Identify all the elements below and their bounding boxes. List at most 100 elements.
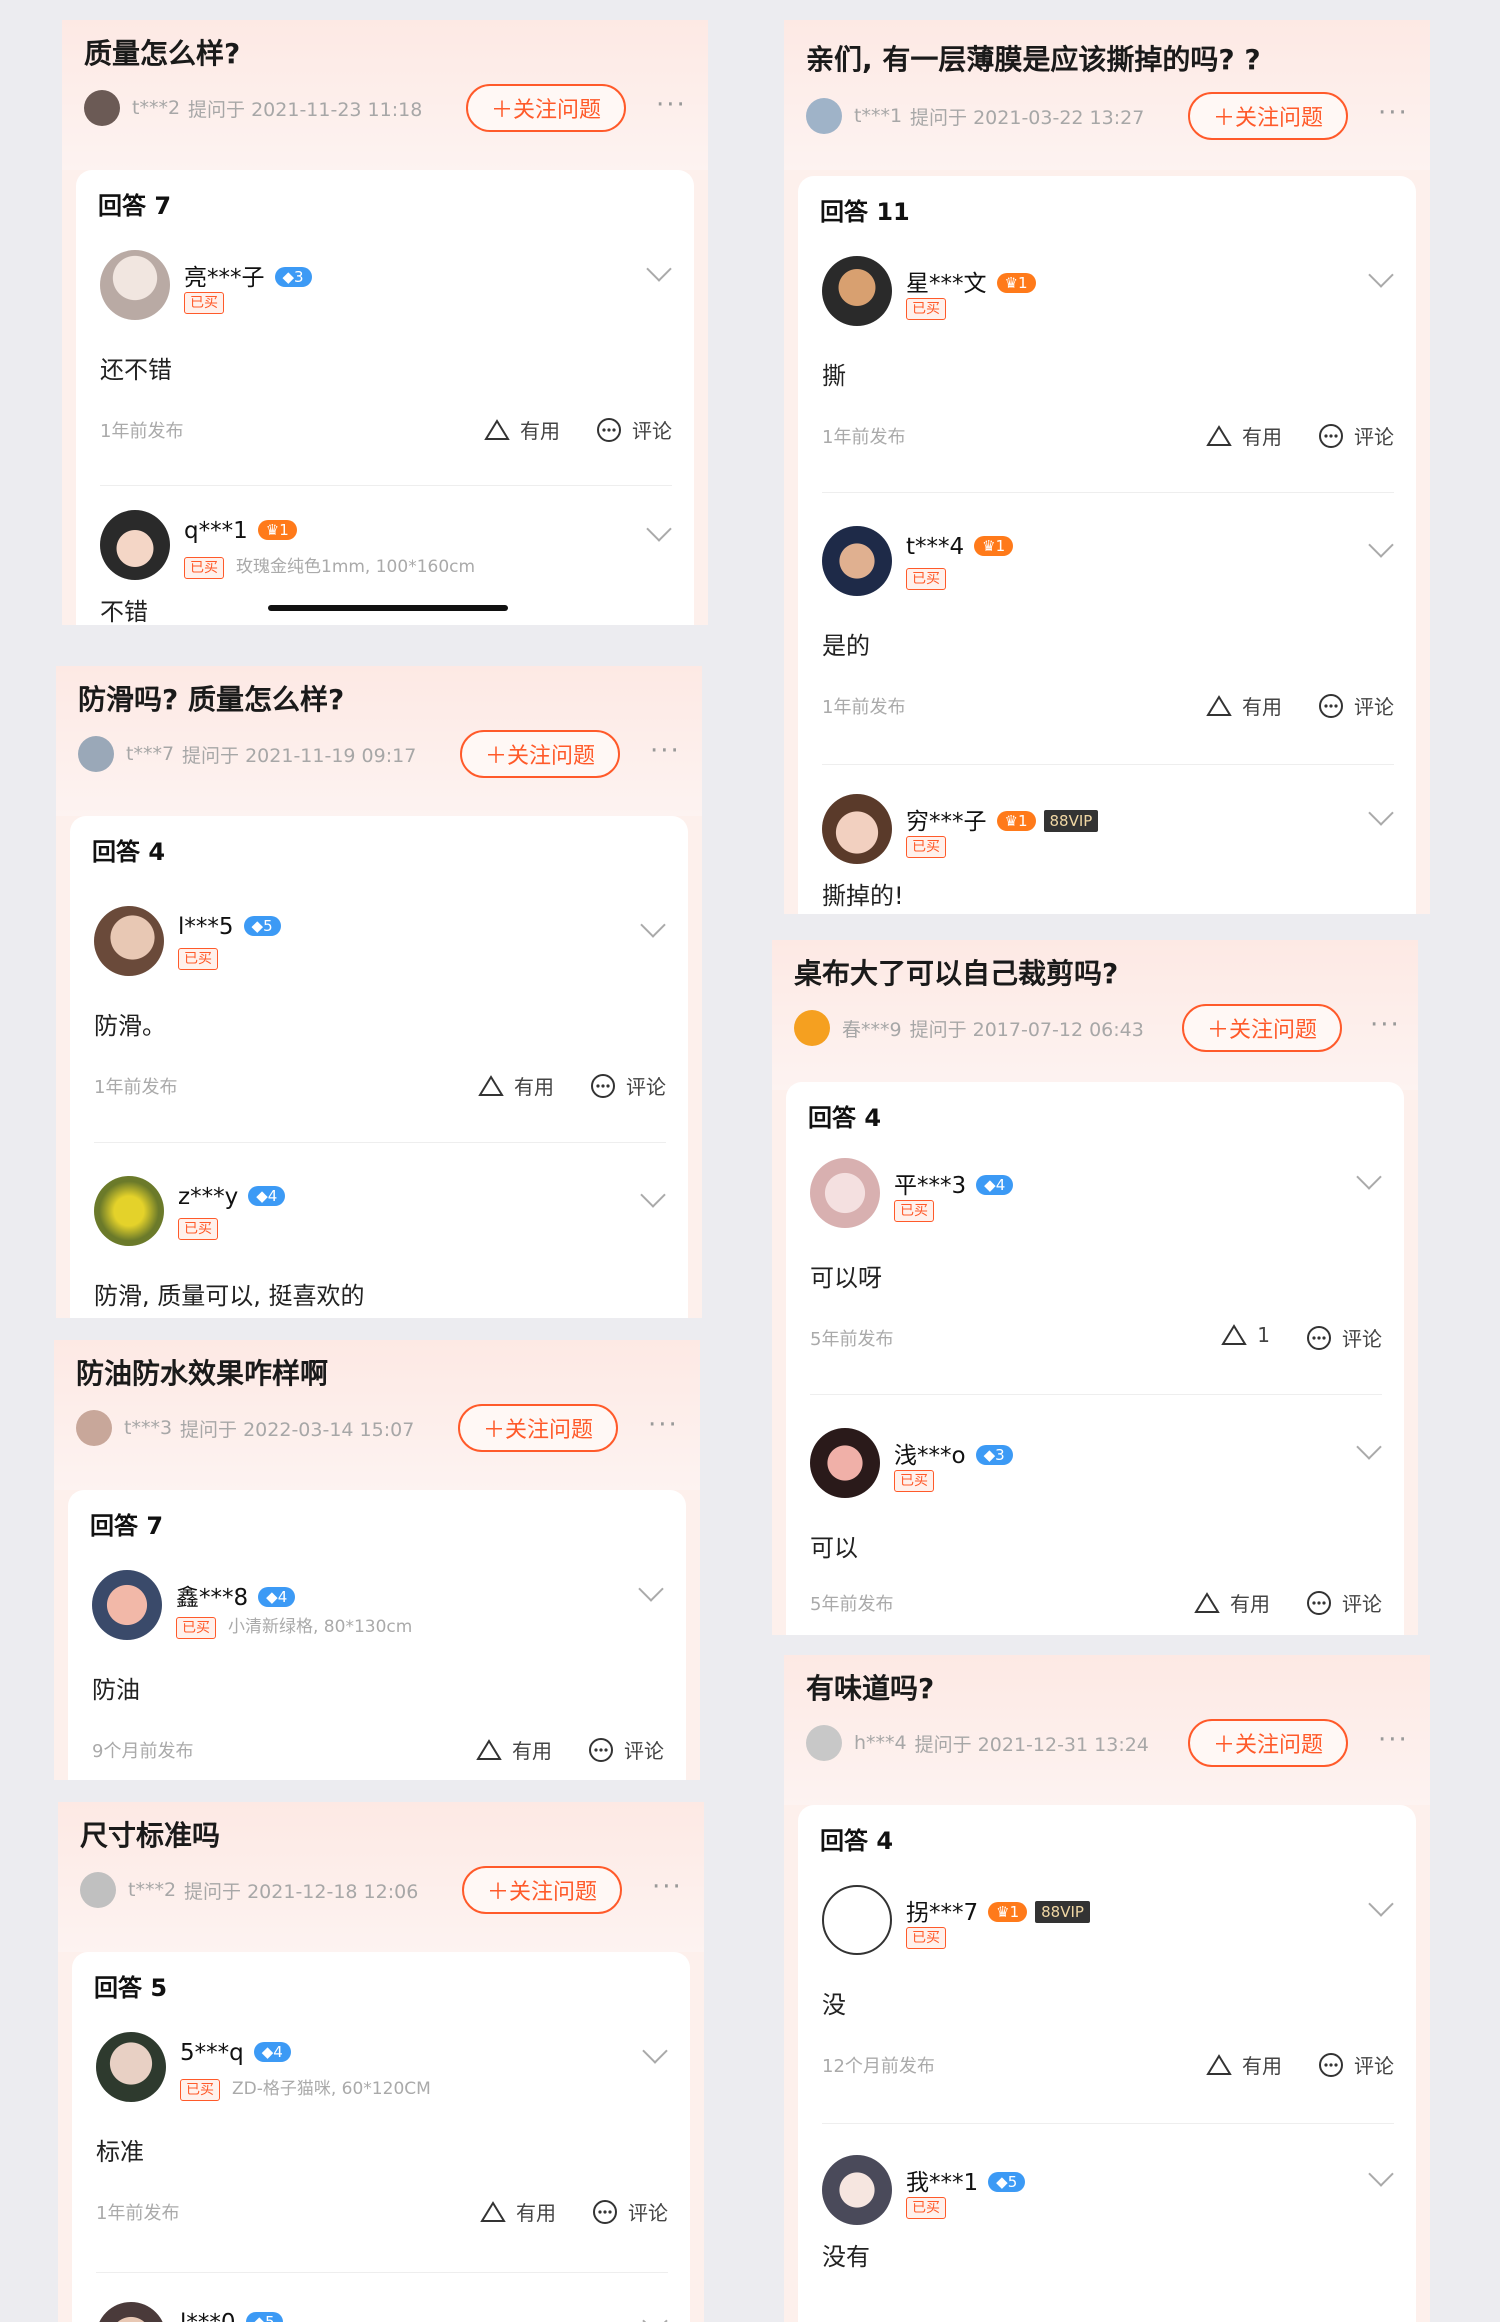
chevron-down-icon[interactable] [1356, 1164, 1382, 1190]
chevron-down-icon[interactable] [642, 2308, 668, 2322]
bought-tag: 已买 [184, 557, 224, 579]
avatar[interactable] [810, 1158, 880, 1228]
helpful-button[interactable]: 有用 [480, 2197, 556, 2226]
asker-name: h***4 [854, 1732, 907, 1754]
chevron-down-icon[interactable] [1368, 1891, 1394, 1917]
comment-button[interactable]: 评论 [1306, 1323, 1382, 1352]
more-icon[interactable]: ··· [1378, 98, 1409, 128]
follow-question-button[interactable]: ＋关注问题 [460, 730, 620, 778]
comment-icon [593, 2199, 617, 2224]
question-header: 防滑吗? 质量怎么样? t***7 提问于 2021-11-19 09:17 ＋… [56, 666, 702, 816]
bought-tag: 已买 [178, 948, 218, 970]
answer-text: 没有 [822, 2243, 870, 2271]
more-icon[interactable]: ··· [648, 1410, 679, 1440]
more-icon[interactable]: ··· [1370, 1010, 1401, 1040]
helpful-button[interactable]: 有用 [1206, 421, 1282, 450]
follow-question-button[interactable]: ＋关注问题 [462, 1866, 622, 1914]
avatar[interactable] [822, 2155, 892, 2225]
avatar[interactable] [822, 256, 892, 326]
answer-item: l***5 ◆5 已买 防滑。 1年前发布 有用 评论 [70, 906, 688, 1146]
bought-tag: 已买 [906, 836, 946, 858]
purchase-info: 已买 [894, 1470, 946, 1492]
comment-button[interactable]: 评论 [588, 1735, 664, 1764]
answer-count: 回答 4 [820, 1827, 894, 1855]
diamond-badge: ◆3 [975, 1445, 1013, 1465]
answer-count: 回答 4 [92, 838, 166, 866]
chevron-down-icon[interactable] [640, 1182, 666, 1208]
asker-name: t***2 [128, 1879, 177, 1901]
answer-username: 5***q ◆4 [180, 2040, 291, 2066]
question-title: 防油防水效果咋样啊 [76, 1357, 329, 1390]
answer-footer: 1年前发布 有用 评论 [94, 1071, 666, 1101]
comment-button[interactable]: 评论 [596, 415, 672, 444]
chevron-down-icon[interactable] [1368, 2161, 1394, 2187]
question-title: 防滑吗? 质量怎么样? [78, 683, 345, 716]
chevron-down-icon[interactable] [642, 2038, 668, 2064]
more-icon[interactable]: ··· [656, 90, 687, 120]
helpful-button[interactable]: 有用 [1206, 691, 1282, 720]
answer-text: 可以 [810, 1534, 858, 1562]
helpful-button[interactable]: 有用 [1206, 2050, 1282, 2079]
purchase-info: 已买 小清新绿格, 80*130cm [176, 1612, 412, 1639]
helpful-button[interactable]: 1 [1221, 1323, 1270, 1347]
avatar[interactable] [96, 2032, 166, 2102]
asked-time: 提问于 2021-03-22 13:27 [910, 106, 1145, 129]
comment-button[interactable]: 评论 [1318, 421, 1394, 450]
avatar[interactable] [94, 906, 164, 976]
chevron-down-icon[interactable] [1368, 262, 1394, 288]
question-card: 质量怎么样? t***2 提问于 2021-11-23 11:18 ＋关注问题 … [62, 20, 708, 625]
avatar[interactable] [94, 1176, 164, 1246]
helpful-button[interactable]: 有用 [484, 415, 560, 444]
answer-count: 回答 7 [98, 192, 172, 220]
asked-time: 提问于 2021-12-18 12:06 [184, 1880, 419, 1903]
avatar[interactable] [822, 794, 892, 864]
answer-time: 1年前发布 [822, 427, 906, 448]
question-card: 桌布大了可以自己裁剪吗? 春***9 提问于 2017-07-12 06:43 … [772, 940, 1418, 1635]
avatar[interactable] [810, 1428, 880, 1498]
thumb-up-icon [476, 1738, 502, 1760]
comment-button[interactable]: 评论 [1318, 691, 1394, 720]
avatar[interactable] [92, 1570, 162, 1640]
follow-question-button[interactable]: ＋关注问题 [466, 84, 626, 132]
avatar[interactable] [96, 2302, 166, 2322]
answer-username: 亮***子 ◆3 [184, 258, 312, 292]
avatar[interactable] [100, 510, 170, 580]
helpful-button[interactable]: 有用 [478, 1071, 554, 1100]
asked-time: 提问于 2022-03-14 15:07 [180, 1418, 415, 1441]
avatar[interactable] [822, 526, 892, 596]
comment-button[interactable]: 评论 [1306, 1588, 1382, 1617]
comment-button[interactable]: 评论 [592, 2197, 668, 2226]
answer-text: 撕 [822, 362, 846, 390]
avatar[interactable] [100, 250, 170, 320]
answer-item: t***4 ♛1 已买 是的 1年前发布 有用 评论 [798, 526, 1416, 766]
more-icon[interactable]: ··· [652, 1872, 683, 1902]
answer-username: 穷***子 ♛1 88VIP [906, 802, 1099, 836]
answer-username: l***5 ◆5 [178, 914, 281, 940]
answers-panel: 回答 4 平***3 ◆4 已买 可以呀 5年前发布 1 评论 浅***o ◆3 已… [786, 1082, 1404, 1635]
chevron-down-icon[interactable] [638, 1576, 664, 1602]
question-card: 防油防水效果咋样啊 t***3 提问于 2022-03-14 15:07 ＋关注… [54, 1340, 700, 1780]
divider [822, 764, 1394, 765]
avatar[interactable] [822, 1885, 892, 1955]
chevron-down-icon[interactable] [646, 256, 672, 282]
chevron-down-icon[interactable] [640, 912, 666, 938]
comment-button[interactable]: 评论 [1318, 2050, 1394, 2079]
helpful-button[interactable]: 有用 [476, 1735, 552, 1764]
follow-question-button[interactable]: ＋关注问题 [1188, 92, 1348, 140]
answer-time: 5年前发布 [810, 1594, 894, 1615]
more-icon[interactable]: ··· [650, 736, 681, 766]
follow-question-button[interactable]: ＋关注问题 [1182, 1004, 1342, 1052]
follow-question-button[interactable]: ＋关注问题 [1188, 1719, 1348, 1767]
chevron-down-icon[interactable] [1356, 1434, 1382, 1460]
question-meta: h***4 提问于 2021-12-31 13:24 [806, 1725, 1149, 1761]
comment-button[interactable]: 评论 [590, 1071, 666, 1100]
chevron-down-icon[interactable] [646, 516, 672, 542]
chevron-down-icon[interactable] [1368, 800, 1394, 826]
follow-question-button[interactable]: ＋关注问题 [458, 1404, 618, 1452]
chevron-down-icon[interactable] [1368, 532, 1394, 558]
answer-item: z***y ◆4 已买 防滑, 质量可以, 挺喜欢的 [70, 1176, 688, 1316]
answer-footer: 5年前发布 1 评论 [810, 1323, 1382, 1353]
answer-footer: 9个月前发布 有用 评论 [92, 1735, 664, 1765]
helpful-button[interactable]: 有用 [1194, 1588, 1270, 1617]
more-icon[interactable]: ··· [1378, 1725, 1409, 1755]
